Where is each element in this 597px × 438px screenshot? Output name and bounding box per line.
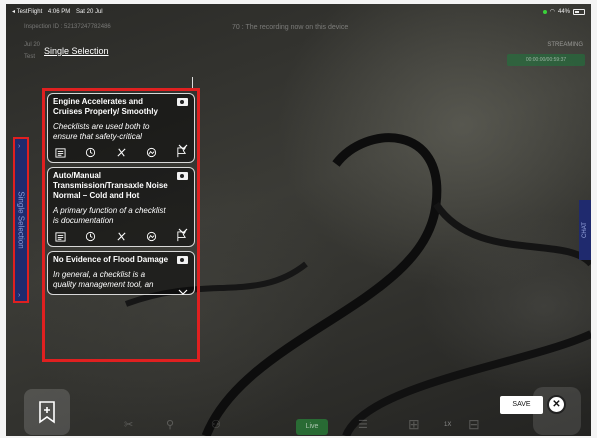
- stream-timer: 00:00:00/00:59:37: [507, 54, 585, 66]
- card-title: Engine Accelerates and Cruises Properly/…: [53, 97, 158, 116]
- chevron-right-icon: ›: [18, 143, 21, 150]
- card-title: Auto/Manual Transmission/Transaxle Noise…: [53, 171, 168, 200]
- zoom-out-icon[interactable]: ⊟: [468, 416, 480, 433]
- checklist-card[interactable]: No Evidence of Flood Damage In general, …: [47, 251, 195, 295]
- camera-icon[interactable]: [177, 98, 188, 106]
- chevron-down-icon[interactable]: [178, 226, 188, 236]
- single-selection-side-tab[interactable]: › Single Selection ›: [13, 137, 29, 303]
- search-icon[interactable]: ⚲: [166, 418, 174, 431]
- streaming-label: STREAMING: [547, 42, 583, 48]
- page-title: Single Selection: [44, 46, 109, 56]
- bookmark-add-icon: [39, 401, 55, 424]
- status-bar: ◂ TestFlight 4:06 PM Sat 20 Jul ◠ 44%: [6, 4, 591, 18]
- close-icon[interactable]: ✕: [547, 395, 566, 414]
- card-title: No Evidence of Flood Damage: [53, 255, 169, 264]
- checklist-icon[interactable]: [55, 231, 66, 242]
- live-button[interactable]: Live: [296, 419, 328, 435]
- inspection-id: Inspection ID : 52137247782486: [24, 24, 111, 30]
- checklist-card[interactable]: Engine Accelerates and Cruises Properly/…: [47, 93, 195, 163]
- history-icon[interactable]: [85, 231, 96, 242]
- card-description: Checklists are used both to ensure that …: [53, 122, 150, 141]
- chevron-down-icon[interactable]: [178, 287, 188, 297]
- status-time: 4:06 PM: [47, 9, 71, 15]
- recording-notice: 70 : The recording now on this device: [232, 24, 349, 31]
- chat-side-tab[interactable]: CHAT: [579, 200, 591, 260]
- tools-icon[interactable]: [116, 231, 127, 242]
- status-date: Sat 20 Jul: [75, 9, 103, 15]
- checklist-panel: Engine Accelerates and Cruises Properly/…: [42, 88, 200, 362]
- checklist-card[interactable]: Auto/Manual Transmission/Transaxle Noise…: [47, 167, 195, 247]
- chevron-down-icon[interactable]: [178, 142, 188, 152]
- overlay-label: Test: [24, 54, 36, 60]
- zoom-in-icon[interactable]: ⊞: [408, 416, 420, 433]
- person-icon[interactable]: ⚇: [211, 418, 221, 431]
- card-actions: [53, 147, 189, 158]
- bookmark-add-button[interactable]: [24, 389, 70, 435]
- scissors-icon[interactable]: ✂: [124, 418, 133, 431]
- battery-level: 44%: [557, 8, 570, 15]
- card-description: In general, a checklist is a quality man…: [53, 270, 154, 289]
- status-carrier[interactable]: ◂ TestFlight: [12, 9, 42, 15]
- battery-icon: [573, 8, 585, 15]
- recording-dot-icon: [542, 9, 547, 14]
- overlay-date: Jul 20: [24, 42, 41, 48]
- camera-icon[interactable]: [177, 172, 188, 180]
- tools-icon[interactable]: [116, 147, 127, 158]
- image-icon[interactable]: [146, 231, 157, 242]
- app-screen: ◂ TestFlight 4:06 PM Sat 20 Jul ◠ 44% In…: [6, 4, 591, 436]
- chevron-right-icon: ›: [18, 292, 21, 299]
- wifi-icon: ◠: [549, 9, 555, 15]
- checklist-icon[interactable]: [55, 147, 66, 158]
- history-icon[interactable]: [85, 147, 96, 158]
- save-button[interactable]: SAVE: [500, 396, 543, 414]
- chat-tab-label: CHAT: [582, 222, 588, 238]
- card-actions: [53, 231, 189, 242]
- side-tab-label: Single Selection: [16, 191, 26, 249]
- zoom-level: 1X: [444, 422, 452, 428]
- image-icon[interactable]: [146, 147, 157, 158]
- menu-icon[interactable]: ☰: [358, 418, 368, 431]
- camera-icon[interactable]: [177, 256, 188, 264]
- card-description: A primary function of a checklist is doc…: [53, 206, 166, 225]
